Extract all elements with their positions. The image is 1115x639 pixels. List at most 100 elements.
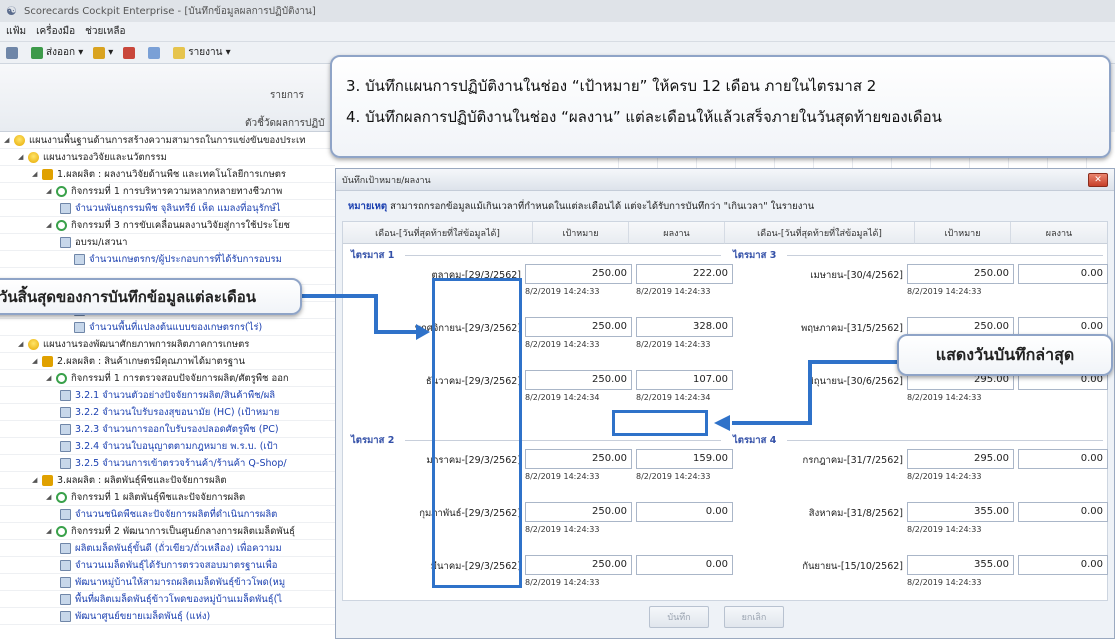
tree-row[interactable]: 3.2.3 จำนวนการออกใบรับรองปลอดศัตรูพืช (P… bbox=[0, 421, 335, 438]
indicator-tree: ◢ แผนงานพื้นฐานด้านการสร้างความสามารถในกา… bbox=[0, 132, 335, 639]
filter-icon bbox=[123, 46, 136, 59]
expand-toggle-icon[interactable]: ◢ bbox=[46, 493, 54, 501]
menu-help[interactable]: ช่วยเหลือ bbox=[85, 24, 125, 39]
tree-row[interactable]: อบรม/เสวนา bbox=[0, 234, 335, 251]
target-input[interactable]: 250.00 bbox=[525, 370, 632, 390]
result-input[interactable]: 0.00 bbox=[636, 502, 733, 522]
tree-row[interactable]: ◢ 3.ผลผลิต : ผลิตพันธุ์พืชและปัจจัยการผลิ… bbox=[0, 472, 335, 489]
expand-toggle-icon[interactable]: ◢ bbox=[18, 153, 26, 161]
cancel-button[interactable]: ยกเลิก bbox=[724, 606, 784, 628]
tree-row[interactable]: ◢ แผนงานพื้นฐานด้านการสร้างความสามารถในกา… bbox=[0, 132, 335, 149]
quarter-divider bbox=[405, 255, 721, 256]
save-icon bbox=[6, 46, 18, 59]
menu-tools[interactable]: เครื่องมือ bbox=[36, 24, 75, 39]
deadline-highlight-box bbox=[432, 278, 522, 588]
report-button[interactable]: รายงาน ▾ bbox=[173, 45, 231, 60]
month-deadline-label: กรกฎาคม-[31/7/2562] bbox=[802, 455, 904, 466]
expand-toggle-icon[interactable]: ◢ bbox=[46, 527, 54, 535]
tree-row[interactable]: ◢ แผนงานรองพัฒนาศักยภาพการผลิตภาคการเกษตร bbox=[0, 336, 335, 353]
tree-row-label: 3.2.1 จำนวนตัวอย่างปัจจัยการผลิต/สินค้าพ… bbox=[75, 389, 276, 401]
window-title: Scorecards Cockpit Enterprise - [บันทึกข… bbox=[24, 5, 316, 17]
bulb-icon bbox=[14, 134, 25, 146]
quarter-label: ไตรมาส 2 bbox=[351, 435, 395, 446]
tree-row-label: 3.ผลผลิต : ผลิตพันธุ์พืชและปัจจัยการผลิต bbox=[57, 474, 227, 486]
expand-toggle-icon[interactable]: ◢ bbox=[32, 476, 40, 484]
menu-file[interactable]: แฟ้ม bbox=[6, 24, 26, 39]
result-input[interactable]: 0.00 bbox=[1018, 264, 1108, 284]
tree-row-label: 3.2.3 จำนวนการออกใบรับรองปลอดศัตรูพืช (P… bbox=[75, 423, 279, 435]
arrow-line bbox=[732, 421, 812, 425]
tree-row-label: จำนวนเกษตรกร/ผู้ประกอบการที่ได้รับการอบร… bbox=[89, 253, 282, 265]
tree-row[interactable]: ◢ กิจกรรมที่ 2 พัฒนาการเป็นศูนย์กลางการผล… bbox=[0, 523, 335, 540]
tree-row[interactable]: จำนวนเมล็ดพันธุ์ได้รับการตรวจสอบมาตรฐานเ… bbox=[0, 557, 335, 574]
tree-row[interactable]: ผลิตเมล็ดพันธุ์ขั้นดี (ถั่วเขียว/ถั่วเหล… bbox=[0, 540, 335, 557]
tree-row[interactable]: 3.2.2 จำนวนใบรับรองสุขอนามัย (HC) (เป้าห… bbox=[0, 404, 335, 421]
tree-row[interactable]: พื้นที่ผลิตเมล็ดพันธุ์ข้าวโพดของหมู่บ้าน… bbox=[0, 591, 335, 608]
save-button[interactable]: บันทึก bbox=[649, 606, 709, 628]
tree-row[interactable]: ◢ กิจกรรมที่ 1 การบริหารความหลากหลายทางชี… bbox=[0, 183, 335, 200]
dialog-title: บันทึกเป้าหมาย/ผลงาน bbox=[342, 175, 431, 186]
expand-toggle-icon[interactable]: ◢ bbox=[32, 170, 40, 178]
tree-row[interactable]: 3.2.5 จำนวนการเข้าตรวจร้านค้า/ร้านค้า Q-… bbox=[0, 455, 335, 472]
result-input[interactable]: 222.00 bbox=[636, 264, 733, 284]
col-indicator-header[interactable]: ตัวชี้วัดผลการปฏิบั bbox=[245, 116, 324, 131]
tree-row[interactable]: 3.2.4 จำนวนใบอนุญาตตามกฎหมาย พ.ร.บ. (เป้… bbox=[0, 438, 335, 455]
target-input[interactable]: 250.00 bbox=[525, 502, 632, 522]
tree-row[interactable]: พัฒนาศูนย์ขยายเมล็ดพันธุ์ (แห่ง) bbox=[0, 608, 335, 625]
tree-row[interactable]: จำนวนชนิดพืชและปัจจัยการผลิตที่ดำเนินการ… bbox=[0, 506, 335, 523]
expand-toggle-icon[interactable]: ◢ bbox=[18, 340, 26, 348]
expand-toggle-icon[interactable]: ◢ bbox=[32, 357, 40, 365]
tree-row[interactable]: ◢ กิจกรรมที่ 3 การขับเคลื่อนผลงานวิจัยสู่… bbox=[0, 217, 335, 234]
target-input[interactable]: 250.00 bbox=[525, 264, 632, 284]
result-timestamp: 8/2/2019 14:24:33 bbox=[636, 472, 711, 481]
chart-icon bbox=[60, 593, 71, 605]
result-input[interactable]: 159.00 bbox=[636, 449, 733, 469]
result-input[interactable]: 0.00 bbox=[1018, 555, 1108, 575]
tree-row[interactable]: ◢ กิจกรรมที่ 1 ผลิตพันธุ์พืชและปัจจัยการผ… bbox=[0, 489, 335, 506]
tree-row-label: แผนงานรองวิจัยและนวัตกรรม bbox=[43, 151, 167, 163]
grid-button[interactable]: ▾ bbox=[93, 46, 113, 59]
tree-row[interactable]: จำนวนเกษตรกร/ผู้ประกอบการที่ได้รับการอบร… bbox=[0, 251, 335, 268]
chart-icon bbox=[60, 610, 71, 622]
result-input[interactable]: 0.00 bbox=[1018, 449, 1108, 469]
expand-toggle-icon[interactable]: ◢ bbox=[46, 221, 54, 229]
note-label: หมายเหตุ bbox=[348, 201, 388, 212]
target-input[interactable]: 355.00 bbox=[907, 502, 1014, 522]
tree-row[interactable]: 3.2.1 จำนวนตัวอย่างปัจจัยการผลิต/สินค้าพ… bbox=[0, 387, 335, 404]
result-input[interactable]: 0.00 bbox=[1018, 502, 1108, 522]
activity-icon bbox=[56, 525, 67, 537]
tree-row-label: จำนวนพื้นที่แปลงต้นแบบของเกษตรกร(ไร่) bbox=[89, 321, 263, 333]
result-input[interactable]: 107.00 bbox=[636, 370, 733, 390]
month-deadline-label: พฤษภาคม-[31/5/2562] bbox=[800, 323, 903, 334]
tree-row[interactable]: พัฒนาหมู่บ้านให้สามารถผลิตเมล็ดพันธุ์ข้า… bbox=[0, 574, 335, 591]
bulb-icon bbox=[28, 338, 39, 350]
expand-toggle-icon[interactable]: ◢ bbox=[4, 136, 12, 144]
save-toolbar-button[interactable] bbox=[6, 46, 21, 59]
expand-toggle-icon[interactable]: ◢ bbox=[46, 187, 54, 195]
filter-button[interactable] bbox=[123, 46, 138, 59]
target-input[interactable]: 250.00 bbox=[525, 449, 632, 469]
tree-row[interactable]: ◢ 1.ผลผลิต : ผลงานวิจัยด้านพืช และเทคโนโล… bbox=[0, 166, 335, 183]
close-icon[interactable]: ✕ bbox=[1088, 173, 1108, 187]
expand-toggle-icon[interactable]: ◢ bbox=[46, 374, 54, 382]
export-button[interactable]: ส่งออก ▾ bbox=[31, 45, 83, 60]
result-input[interactable]: 0.00 bbox=[636, 555, 733, 575]
quarter-divider bbox=[787, 255, 1103, 256]
target-input[interactable]: 295.00 bbox=[907, 449, 1014, 469]
tree-row[interactable]: จำนวนพันธุกรรมพืช จุลินทรีย์ เห็ด แมลงที… bbox=[0, 200, 335, 217]
result-input[interactable]: 328.00 bbox=[636, 317, 733, 337]
tree-row[interactable]: ◢ กิจกรรมที่ 1 การตรวจสอบปัจจัยการผลิต/ศั… bbox=[0, 370, 335, 387]
target-timestamp: 8/2/2019 14:24:33 bbox=[907, 393, 982, 402]
col-items-header[interactable]: รายการ bbox=[270, 88, 304, 103]
target-input[interactable]: 250.00 bbox=[525, 317, 632, 337]
report-label: รายงาน bbox=[188, 47, 223, 58]
target-input[interactable]: 250.00 bbox=[525, 555, 632, 575]
refresh-button[interactable] bbox=[148, 46, 163, 59]
target-input[interactable]: 250.00 bbox=[907, 264, 1014, 284]
tree-row[interactable]: ◢ แผนงานรองวิจัยและนวัตกรรม bbox=[0, 149, 335, 166]
target-input[interactable]: 355.00 bbox=[907, 555, 1014, 575]
tree-row[interactable]: ◢ 2.ผลผลิต : สินค้าเกษตรมีคุณภาพได้มาตรฐา… bbox=[0, 353, 335, 370]
report-icon bbox=[173, 46, 186, 59]
tree-row[interactable]: จำนวนพื้นที่แปลงต้นแบบของเกษตรกร(ไร่) bbox=[0, 319, 335, 336]
activity-icon bbox=[56, 185, 67, 197]
